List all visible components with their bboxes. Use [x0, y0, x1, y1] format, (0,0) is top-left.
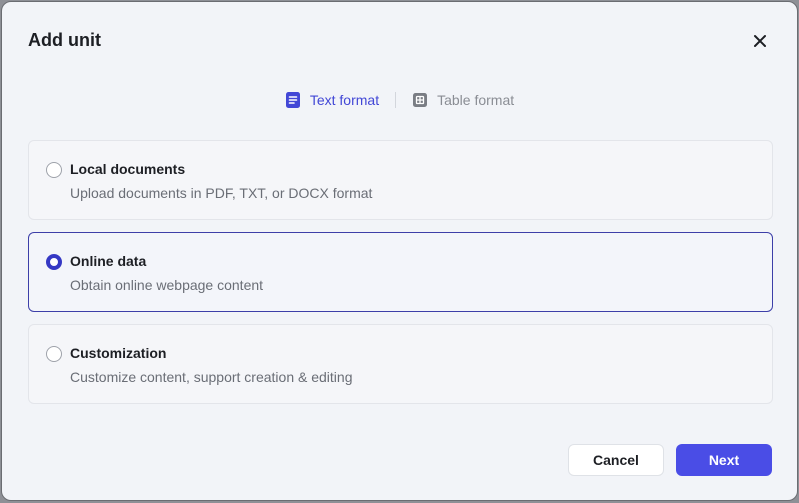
document-icon [285, 92, 300, 108]
option-description: Customize content, support creation & ed… [70, 369, 353, 385]
dialog-title: Add unit [28, 30, 101, 50]
option-customization[interactable]: Customization Customize content, support… [28, 324, 773, 404]
option-local-documents[interactable]: Local documents Upload documents in PDF,… [28, 140, 773, 220]
option-description: Upload documents in PDF, TXT, or DOCX fo… [70, 185, 373, 201]
option-title: Online data [70, 253, 147, 269]
format-tabs: Text format Table format [2, 91, 797, 109]
option-title: Customization [70, 345, 167, 361]
radio-button[interactable] [46, 162, 62, 178]
add-unit-dialog: Add unit Text format Table format Local … [1, 1, 798, 501]
close-icon [754, 35, 766, 47]
tab-label: Table format [437, 92, 515, 108]
tab-divider [395, 92, 397, 108]
radio-button[interactable] [46, 346, 62, 362]
option-description: Obtain online webpage content [70, 277, 264, 293]
table-icon [413, 93, 428, 107]
source-options: Local documents Upload documents in PDF,… [28, 140, 773, 416]
tab-label: Text format [309, 92, 380, 108]
cancel-button[interactable]: Cancel [568, 444, 664, 476]
next-button[interactable]: Next [676, 444, 772, 476]
tab-table-format[interactable]: Table format [412, 92, 514, 108]
option-title: Local documents [70, 161, 186, 177]
tab-text-format[interactable]: Text format [285, 91, 379, 109]
radio-button-checked[interactable] [46, 254, 62, 270]
option-online-data[interactable]: Online data Obtain online webpage conten… [28, 232, 773, 312]
close-button[interactable] [750, 31, 770, 51]
